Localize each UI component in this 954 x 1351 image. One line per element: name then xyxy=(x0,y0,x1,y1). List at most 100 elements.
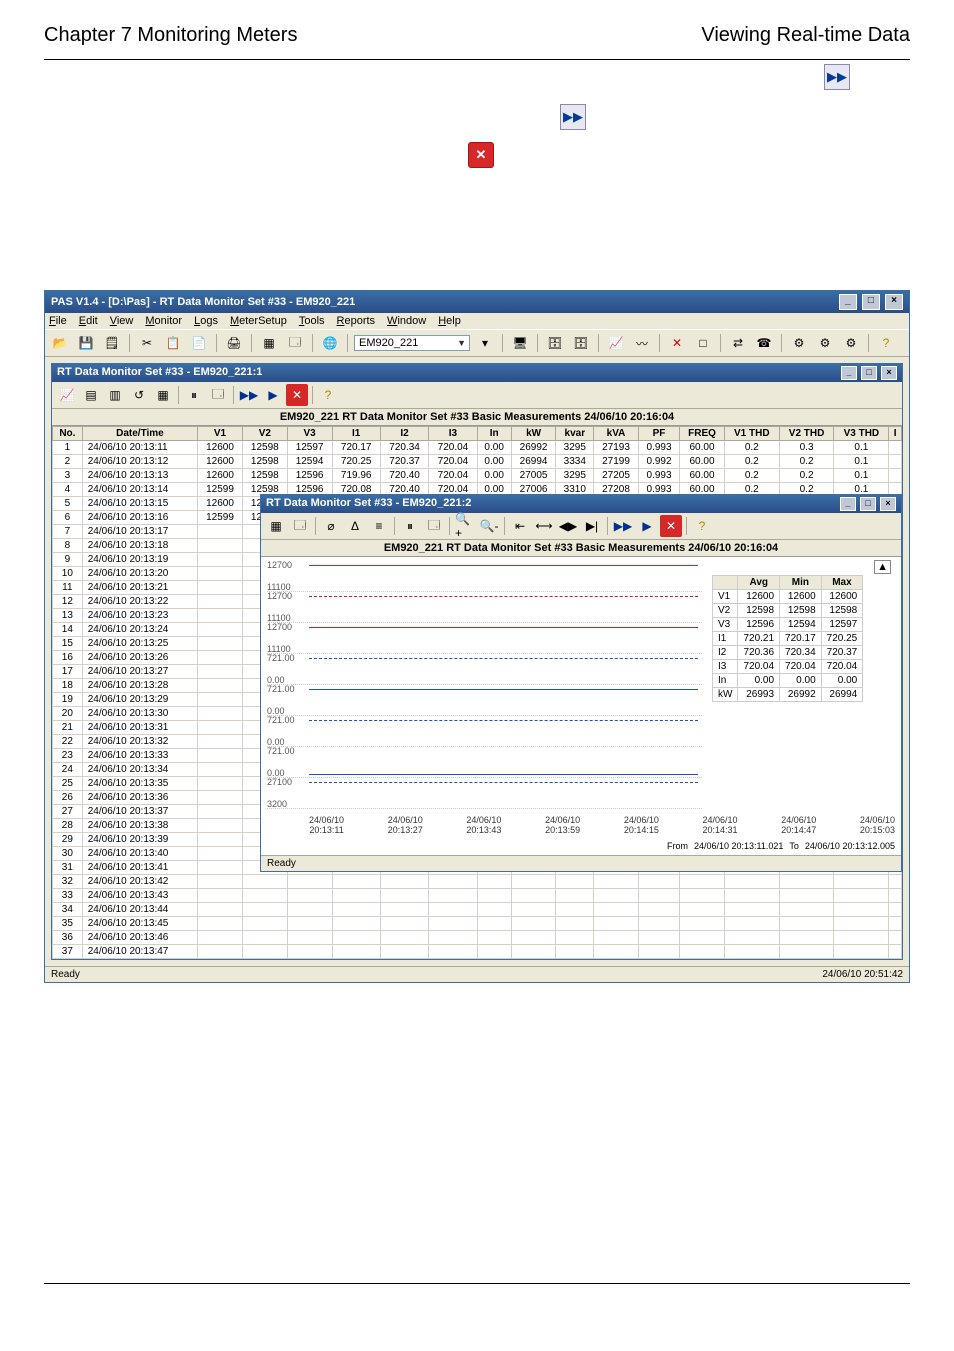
child2-titlebar[interactable]: RT Data Monitor Set #33 - EM920_221:2 _ … xyxy=(261,495,901,513)
delta-icon[interactable]: Δ xyxy=(344,515,366,537)
marker-icon[interactable]: ⌀ xyxy=(320,515,342,537)
stop2-record-icon[interactable]: ✕ xyxy=(660,515,682,537)
table-row[interactable]: 3424/06/10 20:13:44 xyxy=(53,903,902,917)
fast2-icon[interactable]: ▶ xyxy=(636,515,658,537)
zoomin-icon[interactable]: 🔍+ xyxy=(454,515,476,537)
table-row[interactable]: 3324/06/10 20:13:43 xyxy=(53,889,902,903)
col-header[interactable]: kvar xyxy=(556,427,594,441)
col-header[interactable]: PF xyxy=(638,427,679,441)
pause2-icon[interactable]: ⏸ xyxy=(399,515,421,537)
table-row[interactable]: 224/06/10 20:13:12126001259812594720.257… xyxy=(53,455,902,469)
maximize-button[interactable]: □ xyxy=(862,294,880,310)
config-icon[interactable]: 🗔 xyxy=(207,384,229,406)
save-icon[interactable]: 💾 xyxy=(75,332,97,354)
notes-icon[interactable]: 🗒 xyxy=(101,332,123,354)
col-header[interactable]: V2 xyxy=(242,427,287,441)
filter2-icon[interactable]: ▥ xyxy=(104,384,126,406)
dropdown-icon[interactable]: ▾ xyxy=(474,332,496,354)
col-header[interactable]: V1 xyxy=(198,427,243,441)
site-combo[interactable]: EM920_221 xyxy=(354,335,470,351)
menu-help[interactable]: Help xyxy=(438,315,461,327)
globe-icon[interactable]: 🌐 xyxy=(319,332,341,354)
stop2-icon[interactable]: □ xyxy=(692,332,714,354)
ruler-range-icon[interactable]: ⟷ xyxy=(533,515,555,537)
fast-icon[interactable]: ▶ xyxy=(262,384,284,406)
col-header[interactable]: No. xyxy=(53,427,83,441)
chart-strip-area[interactable]: 127001110012700111001270011100721.000.00… xyxy=(261,557,708,813)
col-header[interactable]: V1 THD xyxy=(724,427,779,441)
help3-icon[interactable]: ? xyxy=(691,515,713,537)
chart-strip[interactable]: 1270011100 xyxy=(267,623,702,654)
grid-icon[interactable]: ▦ xyxy=(258,332,280,354)
chart-strip[interactable]: 721.000.00 xyxy=(267,747,702,778)
props-icon[interactable]: 🗔 xyxy=(284,332,306,354)
stop-record-icon[interactable]: ✕ xyxy=(286,384,308,406)
col-header[interactable]: V3 THD xyxy=(834,427,889,441)
col-header[interactable]: FREQ xyxy=(680,427,725,441)
copy-icon[interactable]: 📋 xyxy=(162,332,184,354)
child1-titlebar[interactable]: RT Data Monitor Set #33 - EM920_221:1 _ … xyxy=(52,364,902,382)
close-button[interactable]: × xyxy=(885,294,903,310)
menubar[interactable]: File Edit View Monitor Logs MeterSetup T… xyxy=(45,313,909,329)
help-icon[interactable]: ? xyxy=(875,332,897,354)
open-icon[interactable]: 📂 xyxy=(49,332,71,354)
play-icon[interactable]: ▶▶ xyxy=(238,384,260,406)
col-header[interactable]: I3 xyxy=(429,427,477,441)
last-icon[interactable]: ▶| xyxy=(581,515,603,537)
menu-reports[interactable]: Reports xyxy=(337,315,376,327)
db2-icon[interactable]: 🗄 xyxy=(570,332,592,354)
table-row[interactable]: 3224/06/10 20:13:42 xyxy=(53,875,902,889)
chart-strip[interactable]: 1270011100 xyxy=(267,592,702,623)
comm-icon[interactable]: ⇄ xyxy=(727,332,749,354)
cut-icon[interactable]: ✂ xyxy=(136,332,158,354)
print-icon[interactable]: 🖨 xyxy=(223,332,245,354)
table-row[interactable]: 3524/06/10 20:13:45 xyxy=(53,917,902,931)
menu-metersetup[interactable]: MeterSetup xyxy=(230,315,287,327)
child2-toolbar[interactable]: ▦ 🗔 ⌀ Δ ≡ ⏸ 🗔 🔍+ 🔍- ⇤ ⟷ ◀▶ ▶| ▶▶ ▶ xyxy=(261,513,901,540)
col-header[interactable]: I1 xyxy=(332,427,380,441)
chart-strip[interactable]: 1270011100 xyxy=(267,561,702,592)
filter1-icon[interactable]: ▤ xyxy=(80,384,102,406)
table-toggle-icon[interactable]: ▦ xyxy=(265,515,287,537)
config2-icon[interactable]: 🗔 xyxy=(423,515,445,537)
child1-close[interactable]: × xyxy=(881,366,897,380)
chart-toggle-icon[interactable]: 📈 xyxy=(56,384,78,406)
main-toolbar[interactable]: 📂 💾 🗒 ✂ 📋 📄 🖨 ▦ 🗔 🌐 EM920_221 ▾ 🖥 🗄 🗄 📈 … xyxy=(45,329,909,357)
reset-icon[interactable]: ↺ xyxy=(128,384,150,406)
wave-icon[interactable]: 〰 xyxy=(631,332,653,354)
grid2-icon[interactable]: ▦ xyxy=(152,384,174,406)
child1-minimize[interactable]: _ xyxy=(841,366,857,380)
col-header[interactable]: Date/Time xyxy=(82,427,197,441)
titlebar[interactable]: PAS V1.4 - [D:\Pas] - RT Data Monitor Se… xyxy=(45,291,909,313)
monitor-icon[interactable]: 🖥 xyxy=(509,332,531,354)
chart-strip[interactable]: 721.000.00 xyxy=(267,685,702,716)
zoomout-icon[interactable]: 🔍- xyxy=(478,515,500,537)
chart-icon[interactable]: 📈 xyxy=(605,332,627,354)
minimize-button[interactable]: _ xyxy=(839,294,857,310)
first-icon[interactable]: ◀▶ xyxy=(557,515,579,537)
ruler-left-icon[interactable]: ⇤ xyxy=(509,515,531,537)
pause-icon[interactable]: ⏸ xyxy=(183,384,205,406)
menu-file[interactable]: File xyxy=(49,315,67,327)
menu-edit[interactable]: Edit xyxy=(79,315,98,327)
col-header[interactable]: V3 xyxy=(287,427,332,441)
play2-icon[interactable]: ▶▶ xyxy=(612,515,634,537)
split-icon[interactable]: 🗔 xyxy=(289,515,311,537)
menu-window[interactable]: Window xyxy=(387,315,426,327)
offline-icon[interactable]: ✕ xyxy=(666,332,688,354)
col-header[interactable]: In xyxy=(477,427,511,441)
table-row[interactable]: 324/06/10 20:13:13126001259812596719.967… xyxy=(53,469,902,483)
chart-strip[interactable]: 271003200 xyxy=(267,778,702,809)
menu-logs[interactable]: Logs xyxy=(194,315,218,327)
cfg3-icon[interactable]: ⚙ xyxy=(840,332,862,354)
cfg2-icon[interactable]: ⚙ xyxy=(814,332,836,354)
db-icon[interactable]: 🗄 xyxy=(544,332,566,354)
child1-toolbar[interactable]: 📈 ▤ ▥ ↺ ▦ ⏸ 🗔 ▶▶ ▶ ✕ ? xyxy=(52,382,902,409)
col-header[interactable]: I2 xyxy=(380,427,428,441)
col-header[interactable]: kW xyxy=(511,427,556,441)
menu-tools[interactable]: Tools xyxy=(299,315,325,327)
scroll-up-icon[interactable]: ▲ xyxy=(874,560,891,574)
child2-close[interactable]: × xyxy=(880,497,896,511)
paste-icon[interactable]: 📄 xyxy=(188,332,210,354)
col-header[interactable]: V2 THD xyxy=(779,427,834,441)
